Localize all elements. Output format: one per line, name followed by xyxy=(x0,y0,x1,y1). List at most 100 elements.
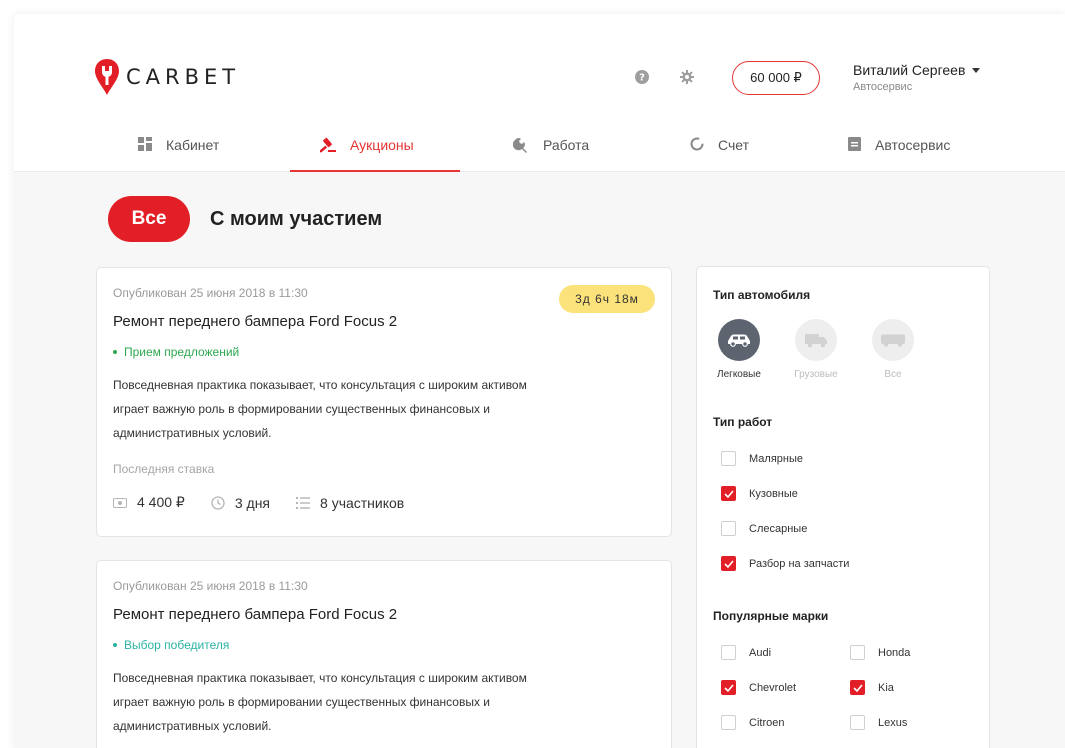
filter-checkbox[interactable]: Chevrolet xyxy=(721,680,796,695)
price-value: 4 400 ₽ xyxy=(137,494,185,510)
countdown-timer: 3д 6ч 18м xyxy=(559,285,655,313)
dashboard-icon xyxy=(138,137,152,151)
nav-label: Аукционы xyxy=(350,137,414,153)
user-role: Автосервис xyxy=(853,81,913,93)
nav-item-cabinet[interactable]: Кабинет xyxy=(138,124,219,172)
auction-description: Повседневная практика показывает, что ко… xyxy=(113,666,563,738)
description-line: Повседневная практика показывает, что ко… xyxy=(113,671,527,685)
balance-button[interactable]: 60 000 ₽ xyxy=(732,61,820,95)
auction-card[interactable]: Опубликован 25 июня 2018 в 11:30 3д 6ч 1… xyxy=(96,267,672,537)
filter-checkbox[interactable]: Разбор на запчасти xyxy=(721,556,849,571)
filter-checkbox[interactable]: Citroen xyxy=(721,715,784,730)
description-line: административных условий. xyxy=(113,426,272,440)
tab-all[interactable]: Все xyxy=(108,196,190,242)
gear-icon[interactable] xyxy=(680,70,694,84)
filter-checkbox[interactable]: Honda xyxy=(850,645,910,660)
checkbox-label: Разбор на запчасти xyxy=(749,557,850,570)
status-badge: Выбор победителя xyxy=(113,638,229,652)
checkbox[interactable] xyxy=(850,680,865,695)
chevron-down-icon xyxy=(972,67,981,73)
logo-pin-icon xyxy=(95,59,119,95)
description-line: административных условий. xyxy=(113,719,272,733)
filter-checkbox[interactable]: Audi xyxy=(721,645,771,660)
auction-stats: 4 400 ₽ 3 дня 8 участников xyxy=(113,494,430,511)
logo[interactable]: CARBET xyxy=(94,58,240,96)
vehicle-type-all[interactable]: Все xyxy=(863,319,923,380)
app-window: CARBET ? 60 000 ₽ Виталий Сергеев Автосе… xyxy=(14,14,1065,748)
tab-my-participation[interactable]: С моим участием xyxy=(210,208,382,231)
check-icon xyxy=(723,683,734,692)
nav-item-auctions[interactable]: Аукционы xyxy=(320,124,414,172)
vehicle-type-heading: Тип автомобиля xyxy=(713,288,811,302)
list-icon xyxy=(296,496,311,509)
brands-heading: Популярные марки xyxy=(713,609,829,623)
nav-item-work[interactable]: Работа xyxy=(513,124,589,172)
nav-item-account[interactable]: Счет xyxy=(690,124,749,172)
stat-participants: 8 участников xyxy=(296,495,404,511)
checkbox-label: Kia xyxy=(878,681,894,694)
auction-title[interactable]: Ремонт переднего бампера Ford Focus 2 xyxy=(113,606,397,623)
help-icon[interactable]: ? xyxy=(635,70,649,84)
checkbox[interactable] xyxy=(850,645,865,660)
status-dot xyxy=(113,643,117,647)
filter-checkbox[interactable]: Kia xyxy=(850,680,894,695)
user-menu[interactable]: Виталий Сергеев Автосервис xyxy=(853,62,981,93)
nav-label: Счет xyxy=(718,137,749,153)
duration-value: 3 дня xyxy=(234,494,271,511)
checkbox[interactable] xyxy=(721,521,736,536)
checkbox[interactable] xyxy=(721,556,736,571)
auction-title[interactable]: Ремонт переднего бампера Ford Focus 2 xyxy=(113,313,397,330)
vehicle-type-trucks[interactable]: Грузовые xyxy=(786,319,846,380)
vehicle-type-cars[interactable]: Легковые xyxy=(709,319,769,380)
check-icon xyxy=(723,559,734,568)
user-name: Виталий Сергеев xyxy=(853,62,966,78)
vehicle-type-label: Все xyxy=(884,369,902,380)
filters-panel: Тип автомобиля Легковые Грузовые Все Тип… xyxy=(696,266,990,748)
auction-card[interactable]: Опубликован 25 июня 2018 в 11:30 Ремонт … xyxy=(96,560,672,748)
document-icon xyxy=(848,137,861,151)
nav-label: Автосервис xyxy=(875,137,951,153)
page: CARBET ? 60 000 ₽ Виталий Сергеев Автосе… xyxy=(0,0,1065,748)
truck-icon xyxy=(795,319,837,361)
auction-description: Повседневная практика показывает, что ко… xyxy=(113,373,563,445)
checkbox-label: Citroen xyxy=(749,716,785,729)
description-line: играет важную роль в формировании сущест… xyxy=(113,695,491,709)
status-badge: Прием предложений xyxy=(113,345,239,359)
wrench-icon xyxy=(513,137,529,153)
status-label: Прием предложений xyxy=(124,345,240,359)
checkbox[interactable] xyxy=(721,486,736,501)
gavel-icon xyxy=(320,137,336,153)
filter-checkbox[interactable]: Слесарные xyxy=(721,521,807,536)
filter-checkbox[interactable]: Малярные xyxy=(721,451,803,466)
checkbox[interactable] xyxy=(721,715,736,730)
filter-checkbox[interactable]: Кузовные xyxy=(721,486,798,501)
checkbox[interactable] xyxy=(850,715,865,730)
vehicle-type-label: Легковые xyxy=(717,369,761,380)
main-nav: Кабинет Аукционы Работа Счет Автосервис xyxy=(14,124,1065,172)
checkbox-label: Малярные xyxy=(749,452,803,465)
participants-value: 8 участников xyxy=(320,494,405,511)
nav-label: Работа xyxy=(543,137,590,153)
vehicle-type-label: Грузовые xyxy=(794,369,838,380)
checkbox[interactable] xyxy=(721,645,736,660)
checkbox-label: Honda xyxy=(878,646,911,659)
check-icon xyxy=(852,683,863,692)
status-label: Выбор победителя xyxy=(124,638,230,652)
checkbox[interactable] xyxy=(721,680,736,695)
bus-icon xyxy=(872,319,914,361)
clock-icon xyxy=(211,495,225,510)
checkbox-label: Lexus xyxy=(878,716,908,729)
nav-active-indicator xyxy=(290,170,460,172)
logo-text: CARBET xyxy=(126,65,241,89)
work-type-heading: Тип работ xyxy=(713,415,773,429)
nav-label: Кабинет xyxy=(166,137,220,153)
filter-checkbox[interactable]: Lexus xyxy=(850,715,907,730)
checkbox[interactable] xyxy=(721,451,736,466)
checkbox-label: Chevrolet xyxy=(749,681,797,694)
check-icon xyxy=(723,489,734,498)
car-icon xyxy=(718,319,760,361)
nav-item-autoservice[interactable]: Автосервис xyxy=(848,124,950,172)
svg-text:?: ? xyxy=(639,73,645,84)
description-line: играет важную роль в формировании сущест… xyxy=(113,402,491,416)
description-line: Повседневная практика показывает, что ко… xyxy=(113,378,527,392)
